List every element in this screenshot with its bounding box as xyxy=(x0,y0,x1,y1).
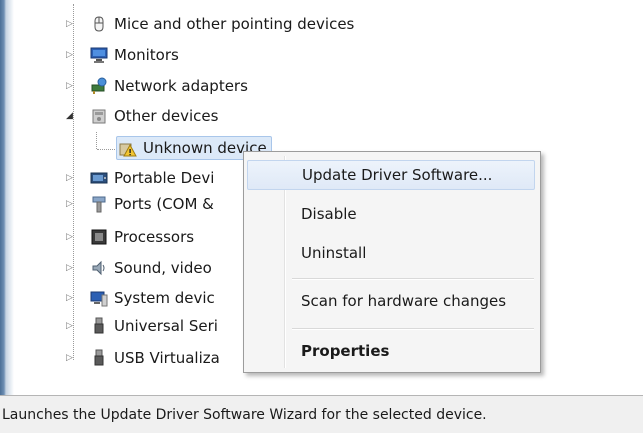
tree-item-monitors[interactable]: ▷ Monitors xyxy=(66,44,179,66)
expand-arrow-icon[interactable]: ▷ xyxy=(66,294,74,303)
monitor-icon xyxy=(90,46,108,64)
tree-item-other-devices[interactable]: ◢ Other devices xyxy=(66,105,218,127)
context-menu[interactable]: Update Driver Software... Disable Uninst… xyxy=(243,151,541,373)
status-bar: Launches the Update Driver Software Wiza… xyxy=(0,395,643,433)
menu-item-label: Disable xyxy=(301,205,357,223)
expand-arrow-icon[interactable]: ▷ xyxy=(66,20,74,29)
tree-item-universal-serial-bus[interactable]: ▷ Universal Seri xyxy=(66,315,218,337)
menu-separator xyxy=(292,278,534,280)
menu-item-properties[interactable]: Properties xyxy=(247,336,535,366)
tree-item-network-adapters[interactable]: ▷ Network adapters xyxy=(66,75,248,97)
expand-arrow-icon[interactable]: ▷ xyxy=(66,174,74,183)
tree-item-label: System devic xyxy=(114,289,215,307)
expand-arrow-icon[interactable]: ▷ xyxy=(66,233,74,242)
menu-item-label: Scan for hardware changes xyxy=(301,292,507,310)
other-devices-icon xyxy=(90,107,108,125)
expand-arrow-icon[interactable]: ▷ xyxy=(66,200,74,209)
tree-item-label: USB Virtualiza xyxy=(114,349,220,367)
tree-item-ports[interactable]: ▷ Ports (COM & xyxy=(66,193,214,215)
tree-item-system-devices[interactable]: ▷ System devic xyxy=(66,287,215,309)
tree-item-portable-devices[interactable]: ▷ Portable Devi xyxy=(66,167,214,189)
usb-icon xyxy=(90,349,108,367)
status-bar-text: Launches the Update Driver Software Wiza… xyxy=(2,406,487,423)
tree-item-label: Mice and other pointing devices xyxy=(114,15,355,33)
portable-device-icon xyxy=(90,169,108,187)
processor-icon xyxy=(90,228,108,246)
menu-separator xyxy=(292,328,534,330)
tree-connector-line xyxy=(96,132,97,149)
menu-item-uninstall[interactable]: Uninstall xyxy=(247,238,535,268)
tree-item-label: Network adapters xyxy=(114,77,248,95)
tree-item-label: Universal Seri xyxy=(114,317,218,335)
menu-item-label: Properties xyxy=(301,342,390,360)
menu-item-label: Uninstall xyxy=(301,244,367,262)
system-device-icon xyxy=(90,289,108,307)
menu-item-update-driver-software[interactable]: Update Driver Software... xyxy=(247,160,535,190)
tree-item-label: Other devices xyxy=(114,107,219,125)
expand-arrow-icon[interactable]: ▷ xyxy=(66,82,74,91)
tree-item-usb-virtualization[interactable]: ▷ USB Virtualiza xyxy=(66,347,220,369)
tree-item-sound-video[interactable]: ▷ Sound, video xyxy=(66,257,212,279)
usb-icon xyxy=(90,317,108,335)
tree-item-mice[interactable]: ▷ Mice and other pointing devices xyxy=(66,13,354,35)
expand-arrow-icon[interactable]: ▷ xyxy=(66,51,74,60)
expand-arrow-icon[interactable]: ▷ xyxy=(66,322,74,331)
warning-device-icon xyxy=(119,139,137,157)
expand-arrow-icon[interactable]: ▷ xyxy=(66,264,74,273)
menu-item-label: Update Driver Software... xyxy=(302,166,493,184)
network-adapter-icon xyxy=(90,77,108,95)
mouse-icon xyxy=(90,15,108,33)
collapse-arrow-icon[interactable]: ◢ xyxy=(66,112,74,121)
tree-item-label: Ports (COM & xyxy=(114,195,214,213)
tree-item-label: Processors xyxy=(114,228,195,246)
port-icon xyxy=(90,195,108,213)
tree-connector-line xyxy=(97,149,117,150)
tree-item-label: Sound, video xyxy=(114,259,212,277)
expand-arrow-icon[interactable]: ▷ xyxy=(66,354,74,363)
tree-item-label: Portable Devi xyxy=(114,169,215,187)
speaker-icon xyxy=(90,259,108,277)
tree-item-processors[interactable]: ▷ Processors xyxy=(66,226,194,248)
menu-item-scan-hardware-changes[interactable]: Scan for hardware changes xyxy=(247,286,535,316)
menu-item-disable[interactable]: Disable xyxy=(247,199,535,229)
tree-item-label: Monitors xyxy=(114,46,179,64)
